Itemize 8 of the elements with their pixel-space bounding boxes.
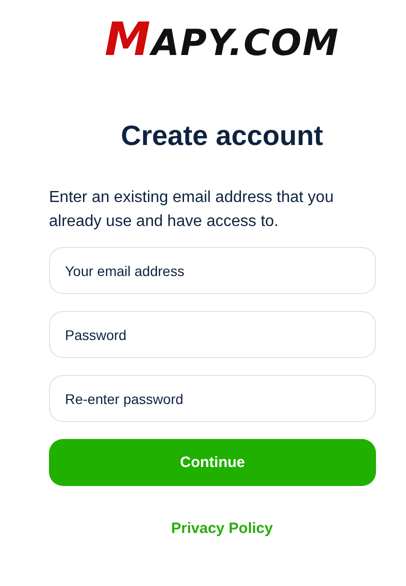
privacy-link[interactable]: Privacy Policy — [171, 520, 273, 538]
intro-text: Enter an existing email address that you already use and have access to. — [49, 188, 335, 232]
page-title: Create account — [120, 119, 324, 153]
continue-button[interactable]: Continue — [49, 439, 376, 486]
input-field[interactable]: Password — [49, 311, 376, 358]
input-field[interactable]: Your email address — [49, 247, 376, 294]
input-field[interactable]: Re-enter password — [49, 375, 376, 422]
logo: MAPY.COM — [104, 14, 340, 68]
